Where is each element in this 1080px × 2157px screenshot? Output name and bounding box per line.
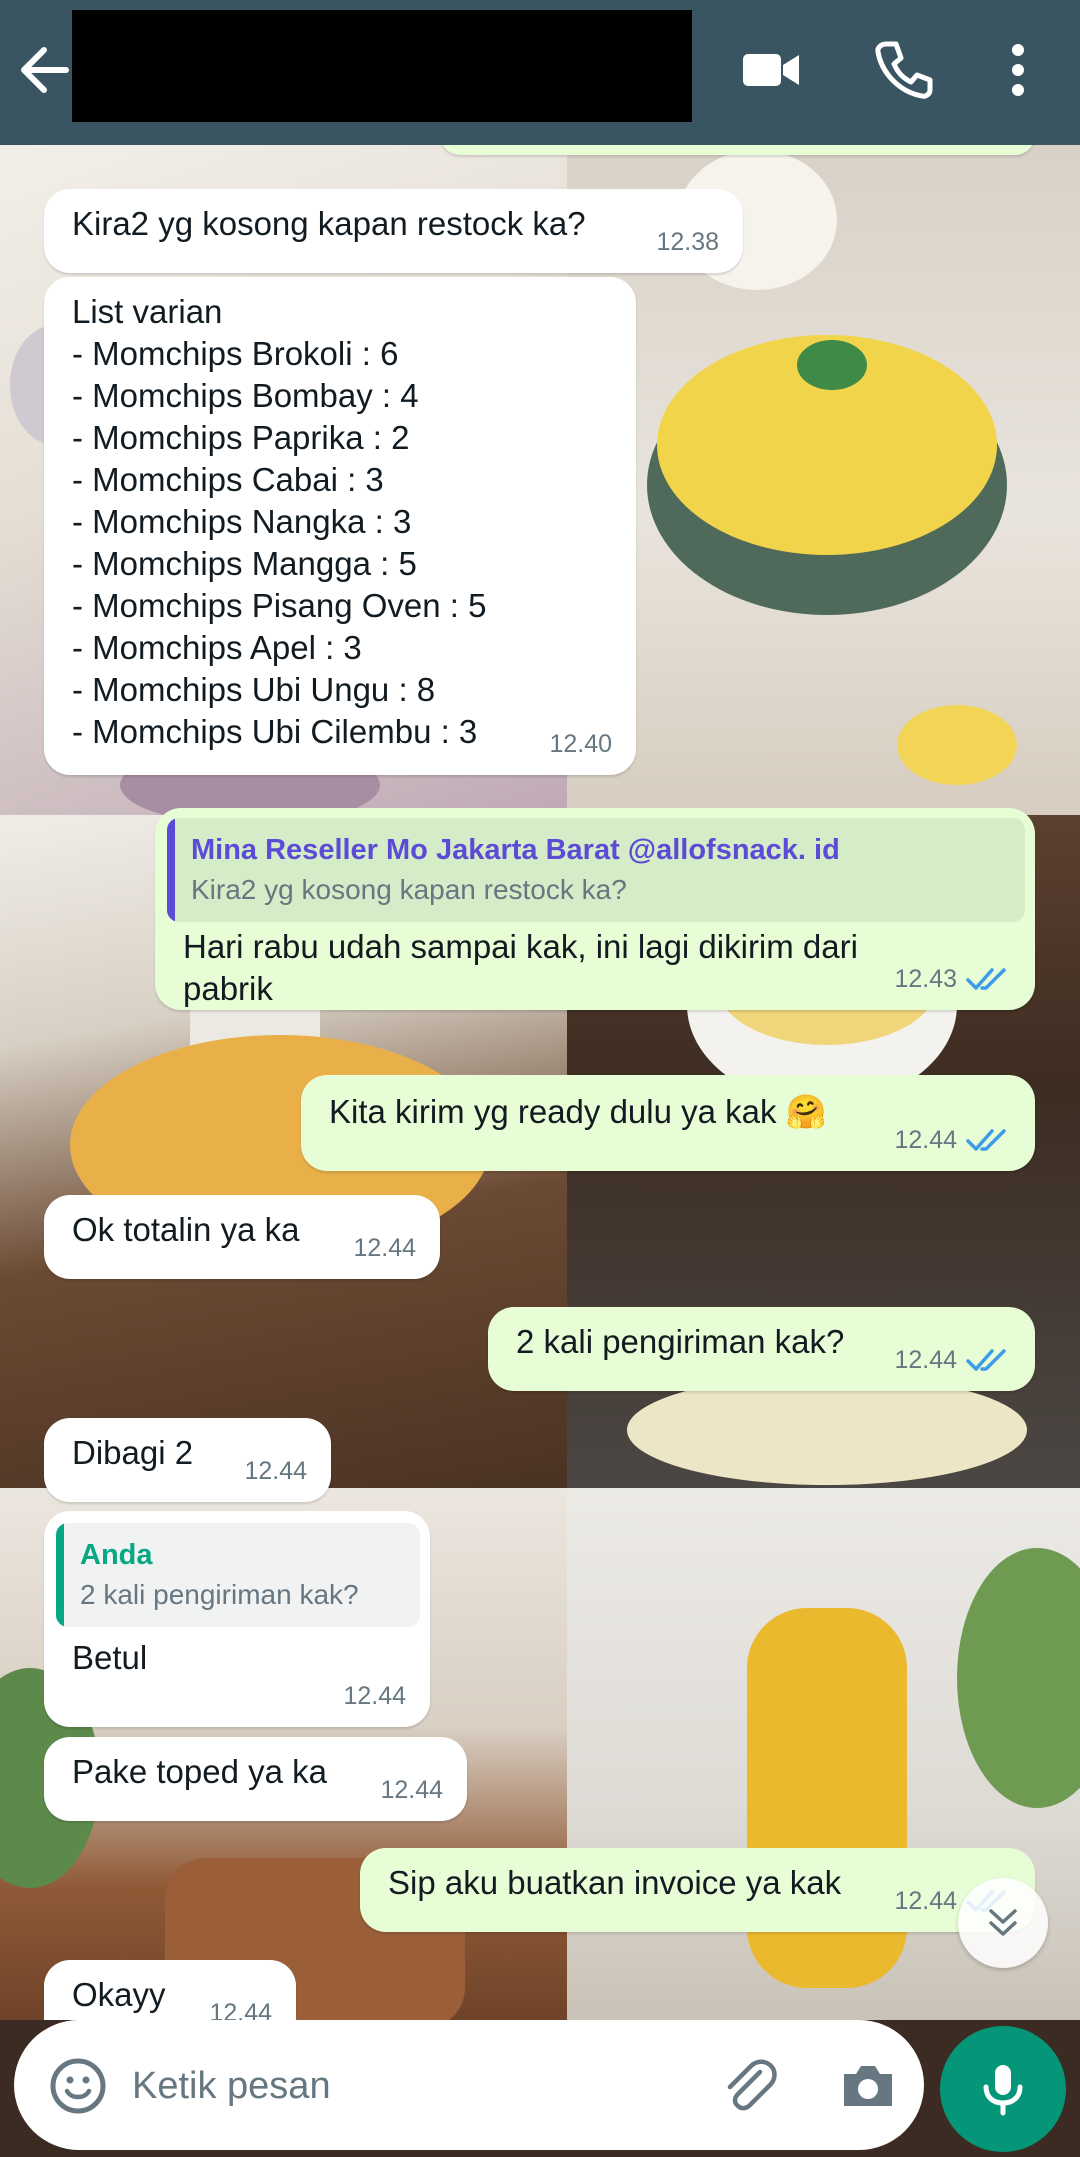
message-bubble-outgoing[interactable]: Mina Reseller Mo Jakarta Barat @allofsna… (155, 808, 1035, 1010)
composer-bar (0, 2020, 1080, 2157)
message-time-label: 12.44 (343, 1682, 406, 1710)
phone-icon (875, 41, 933, 99)
back-button[interactable] (12, 32, 76, 108)
message-bubble-outgoing[interactable]: Sip aku buatkan invoice ya kak 12.44 (360, 1848, 1035, 1932)
message-text: List varian - Momchips Brokoli : 6 - Mom… (72, 293, 487, 750)
chat-area[interactable]: Kira2 yg kosong kapan restock ka? 12.38 … (0, 145, 1080, 2020)
message-time: 12.44 (343, 1675, 406, 1717)
message-time: 12.44 (209, 1992, 272, 2020)
message-text: Betul (72, 1639, 148, 1676)
message-text: Kita kirim yg ready dulu ya kak 🤗 (329, 1093, 827, 1130)
paperclip-icon (727, 2059, 777, 2111)
emoji-button[interactable] (42, 2050, 114, 2122)
contact-name-redacted[interactable] (72, 10, 692, 122)
message-time-label: 12.40 (549, 730, 612, 758)
video-call-button[interactable] (735, 34, 807, 106)
message-text: Okayy (72, 1976, 166, 2013)
attach-button[interactable] (714, 2050, 786, 2122)
voice-call-button[interactable] (868, 34, 940, 106)
message-bubble-incoming[interactable]: List varian - Momchips Brokoli : 6 - Mom… (44, 277, 636, 775)
message-bubble-incoming[interactable]: Anda 2 kali pengiriman kak? Betul 12.44 (44, 1511, 430, 1727)
message-time: 12.44 (894, 1119, 1011, 1161)
message-time: 12.44 (894, 1339, 1011, 1381)
message-time-label: 12.44 (353, 1234, 416, 1262)
reply-quote[interactable]: Anda 2 kali pengiriman kak? (56, 1523, 420, 1627)
quote-author: Anda (80, 1539, 153, 1571)
camera-icon (844, 2066, 892, 2106)
message-time-label: 12.44 (894, 1887, 957, 1915)
double-check-read-icon (966, 1129, 1006, 1151)
message-text: Sip aku buatkan invoice ya kak (388, 1864, 842, 1901)
double-check-read-icon (966, 1349, 1006, 1371)
message-bubble-outgoing[interactable]: 2 kali pengiriman kak? 12.44 (488, 1307, 1035, 1391)
message-text: Dibagi 2 (72, 1434, 194, 1471)
more-vertical-icon (1012, 44, 1024, 96)
chat-header (0, 0, 1080, 145)
scroll-to-bottom-button[interactable] (958, 1878, 1048, 1968)
message-bubble-incoming[interactable]: Pake toped ya ka 12.44 (44, 1737, 467, 1821)
more-options-button[interactable] (985, 34, 1051, 106)
message-text: Pake toped ya ka (72, 1753, 328, 1790)
double-check-read-icon (966, 968, 1006, 990)
quote-author: Mina Reseller Mo Jakarta Barat @allofsna… (191, 834, 840, 866)
message-time-label: 12.38 (656, 228, 719, 256)
message-time: 12.43 (894, 958, 1011, 1000)
message-bubble-incoming[interactable]: Kira2 yg kosong kapan restock ka? 12.38 (44, 189, 743, 273)
message-time: 12.44 (380, 1769, 443, 1811)
message-input[interactable] (132, 2058, 692, 2114)
video-camera-icon (743, 54, 799, 86)
microphone-icon (983, 2065, 1023, 2116)
message-text: Kira2 yg kosong kapan restock ka? (72, 205, 586, 242)
message-time: 12.40 (549, 723, 612, 765)
message-time-label: 12.43 (894, 965, 957, 993)
reply-quote[interactable]: Mina Reseller Mo Jakarta Barat @allofsna… (167, 818, 1025, 922)
message-text: Ok totalin ya ka (72, 1211, 300, 1248)
quote-text: 2 kali pengiriman kak? (80, 1579, 359, 1610)
double-chevron-down-icon (989, 1909, 1017, 1936)
message-text: 2 kali pengiriman kak? (516, 1323, 845, 1360)
message-time-label: 12.44 (894, 1126, 957, 1154)
emoji-icon (50, 2058, 106, 2114)
message-time-label: 12.44 (380, 1776, 443, 1804)
message-time: 12.44 (353, 1227, 416, 1269)
voice-message-button[interactable] (940, 2026, 1066, 2152)
message-bubble-incoming[interactable]: Dibagi 2 12.44 (44, 1418, 331, 1502)
message-bubble-outgoing[interactable]: Kita kirim yg ready dulu ya kak 🤗 12.44 (301, 1075, 1035, 1171)
message-text: Hari rabu udah sampai kak, ini lagi diki… (183, 928, 858, 1007)
message-time: 12.38 (656, 221, 719, 263)
quote-text: Kira2 yg kosong kapan restock ka? (191, 874, 627, 905)
message-bubble-incoming[interactable]: Okayy 12.44 (44, 1960, 296, 2020)
message-time-label: 12.44 (894, 1346, 957, 1374)
message-input-container[interactable] (14, 2020, 924, 2150)
message-time: 12.44 (244, 1450, 307, 1492)
camera-button[interactable] (832, 2050, 904, 2122)
arrow-left-icon (21, 47, 69, 93)
message-bubble-incoming[interactable]: Ok totalin ya ka 12.44 (44, 1195, 440, 1279)
message-bubble-partial (440, 145, 1035, 155)
message-time-label: 12.44 (209, 1999, 272, 2020)
message-time-label: 12.44 (244, 1457, 307, 1485)
